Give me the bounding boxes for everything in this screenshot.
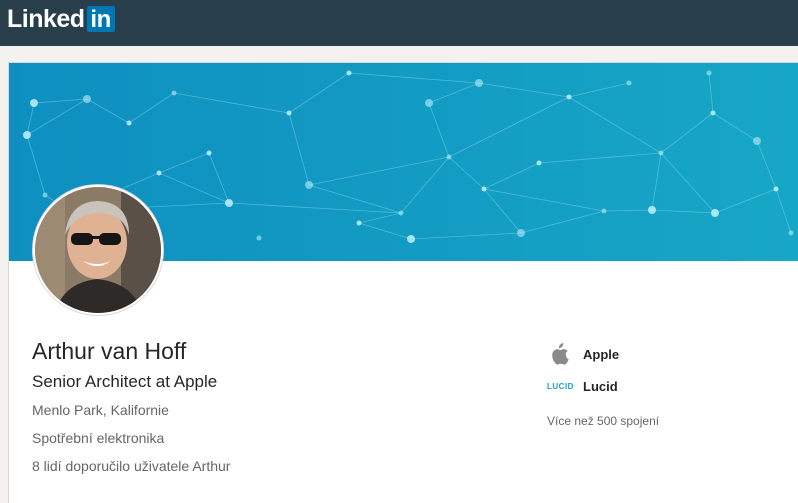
banner-network-node: [658, 150, 664, 156]
banner-network-node: [711, 209, 719, 217]
banner-network-node: [626, 80, 632, 86]
banner-network-node: [788, 230, 794, 236]
banner-network-node: [286, 110, 292, 116]
banner-network-node: [305, 181, 313, 189]
banner-network-node: [42, 192, 48, 198]
banner-network-node: [517, 229, 525, 237]
banner-network-node: [710, 110, 716, 116]
apple-icon: [549, 343, 569, 365]
banner-network-node: [706, 70, 712, 76]
banner-network-node: [171, 90, 177, 96]
banner-network-node: [481, 186, 487, 192]
company-lucid[interactable]: LUCID Lucid: [547, 379, 618, 394]
banner-network-node: [407, 235, 415, 243]
banner-network-node: [475, 79, 483, 87]
banner-network-node: [425, 99, 433, 107]
banner-network-node: [206, 150, 212, 156]
banner-network-node: [566, 94, 572, 100]
banner-network-node: [126, 120, 132, 126]
banner-network-node: [536, 160, 542, 166]
profile-location: Menlo Park, Kalifornie: [32, 402, 169, 418]
banner-network-node: [83, 95, 91, 103]
profile-card: Arthur van Hoff Senior Architect at Appl…: [8, 62, 798, 503]
profile-headline: Senior Architect at Apple: [32, 372, 218, 391]
banner-network-node: [30, 99, 38, 107]
banner-network-node: [256, 235, 262, 241]
banner-network-node: [398, 210, 404, 216]
logo-in-badge: in: [86, 6, 115, 33]
banner-network-node: [23, 131, 31, 139]
banner-network-node: [773, 186, 779, 192]
company-apple[interactable]: Apple: [547, 343, 619, 365]
company-label: Apple: [583, 346, 620, 362]
profile-photo[interactable]: [33, 185, 163, 315]
banner-network-node: [648, 206, 656, 214]
banner-network-node: [225, 199, 233, 207]
profile-recommendations[interactable]: 8 lidí doporučilo uživatele Arthur: [32, 458, 230, 474]
connections-count[interactable]: Více než 500 spojení: [547, 414, 659, 428]
logo-text: Linked: [7, 4, 85, 33]
top-navigation-bar: Linked in: [0, 0, 798, 46]
company-label: Lucid: [583, 379, 618, 394]
banner-network-node: [156, 170, 162, 176]
linkedin-logo[interactable]: Linked in: [7, 5, 115, 33]
banner-network-node: [601, 208, 607, 214]
banner-network-node: [446, 154, 452, 160]
lucid-logo-icon: LUCID: [547, 382, 574, 391]
avatar-portrait: [35, 187, 161, 313]
banner-network-node: [356, 220, 362, 226]
profile-name: Arthur van Hoff: [32, 338, 187, 364]
profile-industry: Spotřební elektronika: [32, 430, 165, 446]
banner-network-node: [346, 70, 352, 76]
banner-network-node: [753, 137, 761, 145]
